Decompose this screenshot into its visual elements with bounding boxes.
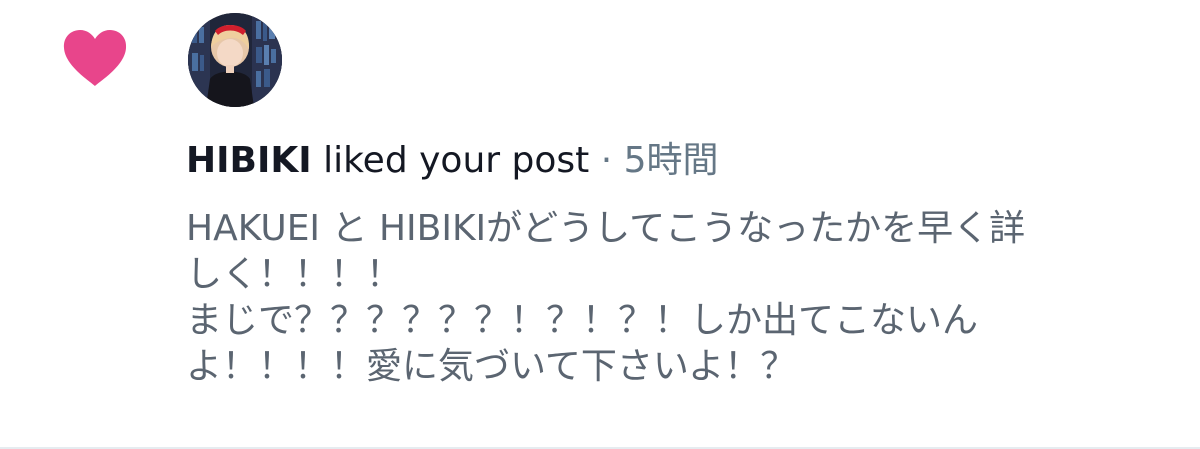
separator-dot: · bbox=[589, 140, 624, 181]
post-text-line: まじで？？？？？？！？！？！しか出てこないん bbox=[186, 300, 979, 341]
heart-icon bbox=[61, 28, 129, 88]
user-name-link[interactable]: HIBIKI bbox=[186, 140, 312, 181]
post-preview-text[interactable]: HAKUEI と HIBIKIがどうしてこうなったかを早く詳 しく！！！！ まじ… bbox=[186, 206, 1176, 390]
action-text: liked your post bbox=[311, 140, 590, 181]
post-text-line: HAKUEI と HIBIKIがどうしてこうなったかを早く詳 bbox=[186, 208, 1026, 249]
timestamp: 5時間 bbox=[623, 140, 719, 181]
post-text-line: しく！！！！ bbox=[186, 254, 403, 295]
like-notification[interactable]: HIBIKI liked your post · 5時間 HAKUEI と HI… bbox=[0, 0, 1200, 449]
notification-headline: HIBIKI liked your post · 5時間 bbox=[186, 137, 719, 185]
avatar[interactable] bbox=[188, 13, 282, 107]
post-text-line: よ！！！！愛に気づいて下さいよ！？ bbox=[186, 346, 797, 387]
